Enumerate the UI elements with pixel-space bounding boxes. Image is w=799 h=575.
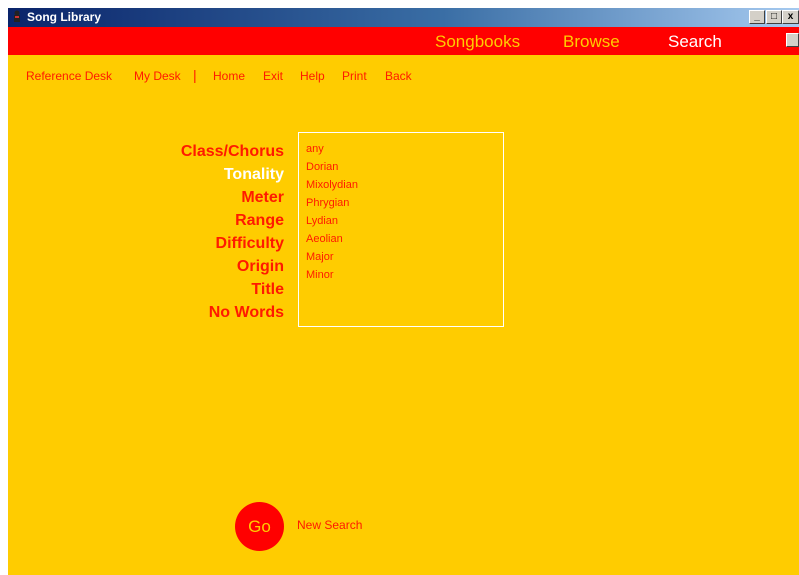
minimize-button[interactable]: _ xyxy=(749,10,765,24)
link-exit[interactable]: Exit xyxy=(263,69,283,83)
nav-search[interactable]: Search xyxy=(668,32,722,52)
criterion-tonality[interactable]: Tonality xyxy=(181,163,284,186)
criterion-meter[interactable]: Meter xyxy=(181,186,284,209)
link-home[interactable]: Home xyxy=(213,69,245,83)
tonality-option-aeolian[interactable]: Aeolian xyxy=(306,230,503,248)
window-left-edge xyxy=(0,0,8,575)
criterion-class-chorus[interactable]: Class/Chorus xyxy=(181,140,284,163)
search-panel: Reference Desk My Desk | Home Exit Help … xyxy=(8,55,799,575)
app-window: Song Library _ □ x Songbooks Browse Sear… xyxy=(0,0,799,575)
tonality-option-dorian[interactable]: Dorian xyxy=(306,158,503,176)
link-reference-desk[interactable]: Reference Desk xyxy=(26,69,112,83)
tonality-option-any[interactable]: any xyxy=(306,140,503,158)
tonality-option-minor[interactable]: Minor xyxy=(306,266,503,284)
tonality-option-phrygian[interactable]: Phrygian xyxy=(306,194,503,212)
criterion-origin[interactable]: Origin xyxy=(181,255,284,278)
scroll-arrow-button[interactable] xyxy=(786,33,799,47)
link-my-desk[interactable]: My Desk xyxy=(134,69,181,83)
tonality-option-major[interactable]: Major xyxy=(306,248,503,266)
nav-separator: | xyxy=(193,67,197,83)
criterion-difficulty[interactable]: Difficulty xyxy=(181,232,284,255)
nav-songbooks[interactable]: Songbooks xyxy=(435,32,520,52)
criterion-title[interactable]: Title xyxy=(181,278,284,301)
criterion-range[interactable]: Range xyxy=(181,209,284,232)
window-title: Song Library xyxy=(27,10,102,24)
maximize-button[interactable]: □ xyxy=(766,10,782,24)
tonality-option-lydian[interactable]: Lydian xyxy=(306,212,503,230)
link-back[interactable]: Back xyxy=(385,69,412,83)
tonality-option-list[interactable]: any Dorian Mixolydian Phrygian Lydian Ae… xyxy=(298,132,504,327)
criteria-list: Class/Chorus Tonality Meter Range Diffic… xyxy=(181,140,284,324)
go-button[interactable]: Go xyxy=(235,502,284,551)
main-nav-bar: Songbooks Browse Search xyxy=(8,27,799,55)
link-help[interactable]: Help xyxy=(300,69,325,83)
close-button[interactable]: x xyxy=(782,10,799,24)
title-bar[interactable]: Song Library _ □ x xyxy=(8,8,799,27)
app-icon xyxy=(14,10,20,22)
tonality-option-mixolydian[interactable]: Mixolydian xyxy=(306,176,503,194)
criterion-no-words[interactable]: No Words xyxy=(181,301,284,324)
new-search-link[interactable]: New Search xyxy=(297,518,362,532)
link-print[interactable]: Print xyxy=(342,69,367,83)
nav-browse[interactable]: Browse xyxy=(563,32,620,52)
